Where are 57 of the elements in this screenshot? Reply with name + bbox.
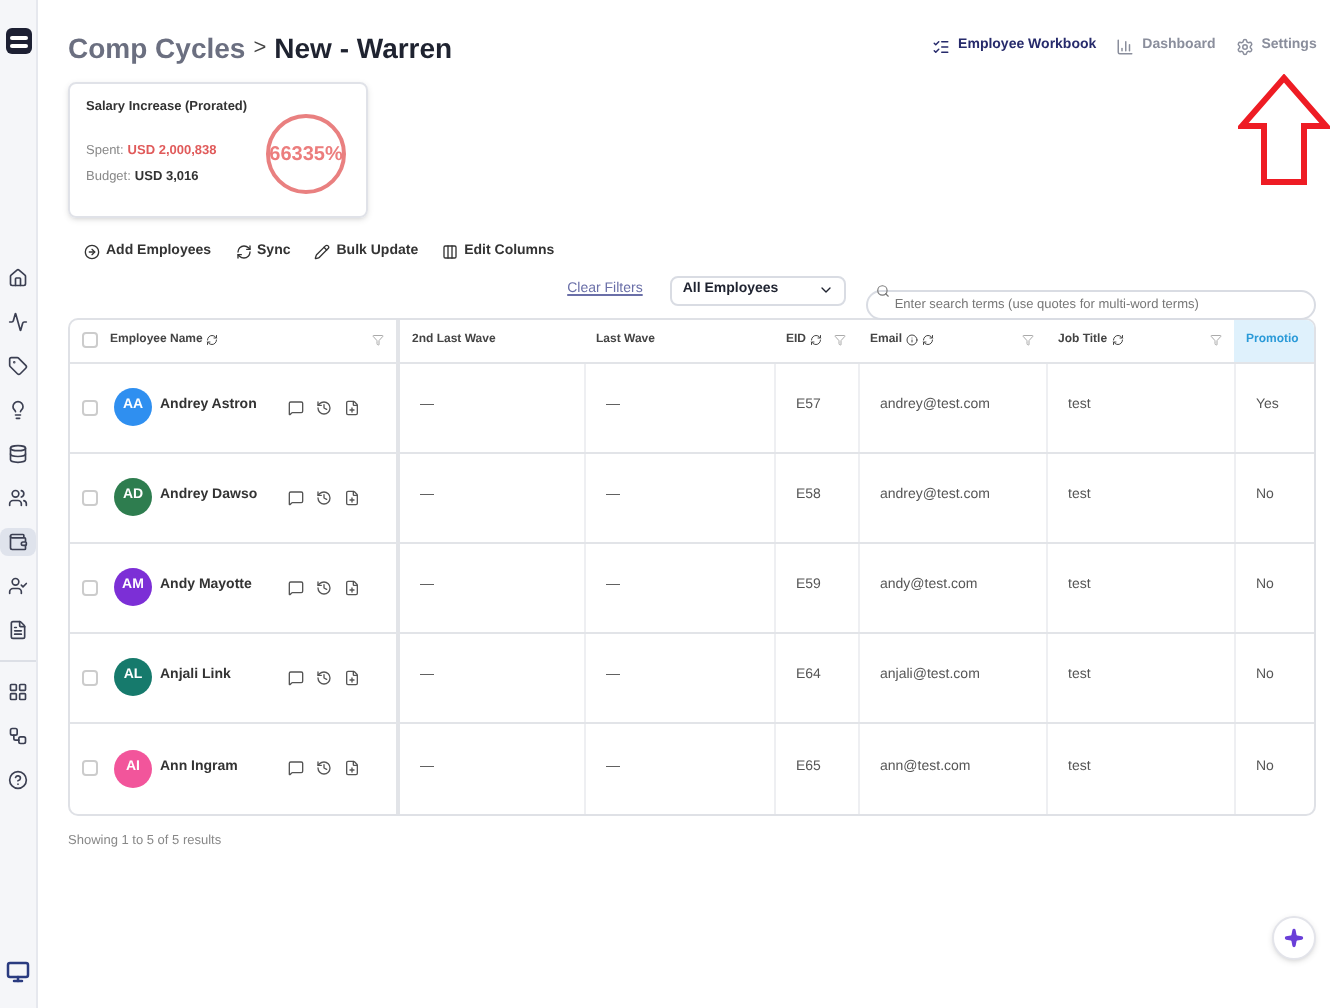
nodes-icon	[8, 726, 28, 746]
history-icon[interactable]	[316, 489, 332, 505]
sync-icon[interactable]	[922, 334, 935, 346]
grid-icon	[8, 682, 28, 702]
page-title: New - Warren	[274, 30, 453, 68]
file-add-icon[interactable]	[344, 489, 360, 505]
bar-chart-icon	[1116, 38, 1135, 56]
tag-icon	[8, 356, 28, 376]
file-add-icon[interactable]	[344, 579, 360, 595]
help-icon	[8, 770, 28, 790]
sync-icon	[235, 244, 252, 261]
row-checkbox[interactable]	[82, 669, 98, 685]
settings-icon	[1235, 38, 1254, 56]
row-checkbox[interactable]	[82, 760, 98, 776]
breadcrumb-link[interactable]: Comp Cycles	[68, 28, 246, 70]
row-checkbox[interactable]	[82, 579, 98, 595]
file-add-icon[interactable]	[344, 399, 360, 415]
activity-icon	[8, 312, 28, 332]
info-icon	[906, 334, 919, 346]
app-logo-icon[interactable]	[5, 28, 31, 54]
comment-icon[interactable]	[288, 669, 304, 685]
sync-icon[interactable]	[206, 334, 219, 346]
row-checkbox[interactable]	[82, 489, 98, 505]
home-icon	[8, 268, 28, 288]
checkbox[interactable]	[82, 332, 98, 348]
sparkle-icon	[1284, 928, 1304, 948]
history-icon[interactable]	[316, 669, 332, 685]
document-icon	[8, 620, 28, 640]
history-icon[interactable]	[316, 760, 332, 776]
pencil-icon	[314, 244, 331, 261]
user-check-icon	[8, 576, 28, 596]
lightbulb-icon	[8, 400, 28, 420]
row-checkbox[interactable]	[82, 399, 98, 415]
search-icon	[876, 283, 891, 297]
arrow-circle-icon	[84, 244, 100, 261]
breadcrumb-separator: >	[253, 34, 267, 65]
sidebar-item[interactable]	[0, 528, 36, 556]
chevron-down-icon	[818, 282, 835, 298]
arrow-annotation	[1238, 74, 1331, 186]
columns-icon	[442, 244, 459, 261]
comment-icon[interactable]	[288, 760, 304, 776]
comment-icon[interactable]	[288, 579, 304, 595]
file-add-icon[interactable]	[344, 760, 360, 776]
file-add-icon[interactable]	[344, 669, 360, 685]
wallet-icon	[8, 532, 28, 552]
monitor-icon[interactable]	[6, 960, 30, 984]
percent-gauge: 66335%	[266, 114, 346, 194]
list-icon	[932, 38, 951, 56]
comment-icon[interactable]	[288, 489, 304, 505]
history-icon[interactable]	[316, 399, 332, 415]
users-icon	[8, 488, 28, 508]
comment-icon[interactable]	[288, 399, 304, 415]
assistant-button[interactable]	[1272, 916, 1316, 960]
history-icon[interactable]	[316, 579, 332, 595]
database-icon	[8, 444, 28, 464]
sync-icon[interactable]	[810, 334, 823, 346]
sync-icon[interactable]	[1111, 334, 1124, 346]
